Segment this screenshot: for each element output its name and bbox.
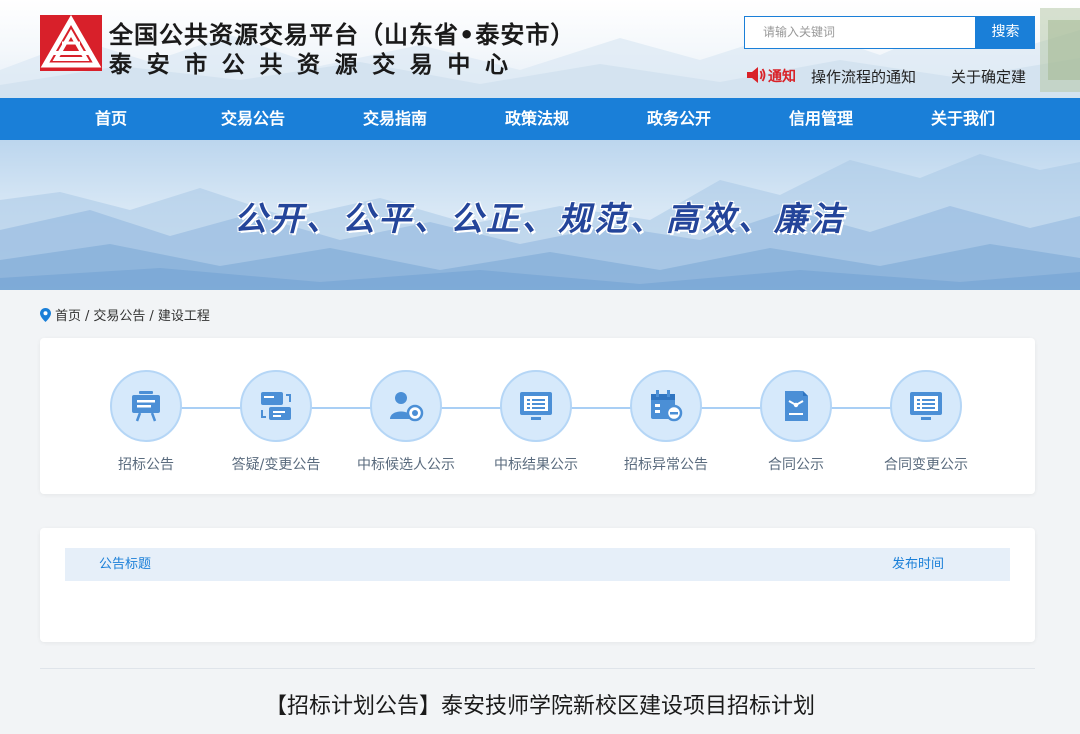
column-header-title: 公告标题 — [99, 557, 152, 572]
breadcrumb: 首页 / 交易公告 / 建设工程 — [40, 305, 210, 324]
speaker-icon — [747, 67, 766, 83]
breadcrumb-separator: / — [149, 309, 154, 324]
breadcrumb-separator: / — [85, 309, 90, 324]
contract-document-icon — [785, 391, 808, 421]
notice-label: 通知 — [768, 69, 796, 85]
platform-logo — [40, 15, 102, 71]
step-icon-circle — [890, 370, 962, 442]
nav-item-trade-guide[interactable]: 交易指南 — [335, 98, 455, 140]
article-title: 【招标计划公告】泰安技师学院新校区建设项目招标计划 — [264, 694, 815, 719]
step-icon-circle — [240, 370, 312, 442]
notice-item-link[interactable]: 操作流程的通知 — [811, 66, 916, 87]
monitor-list-icon — [910, 392, 942, 420]
step-icon-circle — [500, 370, 572, 442]
location-pin-icon — [40, 308, 51, 322]
step-bid-exception-announcement[interactable]: 招标异常公告 — [596, 370, 736, 474]
breadcrumb-trade-announcements[interactable]: 交易公告 — [93, 309, 145, 324]
column-header-date: 发布时间 — [891, 557, 944, 572]
search-button[interactable]: 搜索 — [976, 16, 1035, 49]
nav-item-government-affairs[interactable]: 政务公开 — [619, 98, 739, 140]
step-bid-announcement[interactable]: 招标公告 — [76, 370, 216, 474]
step-label: 中标结果公示 — [494, 457, 578, 473]
presentation-board-icon — [132, 391, 160, 422]
slogan-banner: 公开、公平、公正、规范、高效、廉洁 — [0, 140, 1080, 290]
step-icon-circle — [370, 370, 442, 442]
step-label: 合同变更公示 — [884, 457, 968, 473]
nav-item-home[interactable]: 首页 — [51, 98, 171, 140]
banner-slogan: 公开、公平、公正、规范、高效、廉洁 — [234, 199, 846, 238]
process-steps-card: 招标公告 答疑/变更公告 中标候选人公示 中标结果公示 招标异常公告 合同公示 … — [40, 338, 1035, 494]
calendar-minus-icon — [651, 390, 683, 422]
breadcrumb-construction: 建设工程 — [157, 309, 210, 324]
step-contract-notice[interactable]: 合同公示 — [726, 370, 866, 474]
divider — [40, 668, 1035, 669]
breadcrumb-home[interactable]: 首页 — [55, 309, 81, 324]
step-winning-candidate-notice[interactable]: 中标候选人公示 — [336, 370, 476, 474]
step-label: 中标候选人公示 — [357, 457, 455, 473]
step-icon-circle — [630, 370, 702, 442]
step-label: 招标异常公告 — [624, 457, 708, 473]
site-header: 全国公共资源交易平台（山东省•泰安市） 泰安市公共资源交易中心 请输入关键词 搜… — [0, 0, 1080, 98]
monitor-list-icon — [520, 392, 552, 420]
user-award-icon — [390, 392, 424, 422]
nav-item-policies[interactable]: 政策法规 — [477, 98, 597, 140]
step-icon-circle — [110, 370, 182, 442]
step-icon-circle — [760, 370, 832, 442]
step-label: 答疑/变更公告 — [231, 457, 321, 473]
nav-item-trade-announcements[interactable]: 交易公告 — [193, 98, 313, 140]
nav-item-about-us[interactable]: 关于我们 — [903, 98, 1023, 140]
main-nav: 首页 交易公告 交易指南 政策法规 政务公开 信用管理 关于我们 — [0, 98, 1080, 140]
notice-item-link[interactable]: 关于确定建 — [951, 66, 1026, 87]
step-contract-change-notice[interactable]: 合同变更公示 — [856, 370, 996, 474]
search-input[interactable]: 请输入关键词 — [744, 16, 976, 49]
step-label: 招标公告 — [118, 457, 174, 473]
exchange-cards-icon — [261, 392, 291, 420]
announcement-list-card: 公告标题 发布时间 — [40, 528, 1035, 642]
step-label: 合同公示 — [768, 457, 824, 473]
step-qa-change-announcement[interactable]: 答疑/变更公告 — [206, 370, 346, 474]
step-winning-result-notice[interactable]: 中标结果公示 — [466, 370, 606, 474]
list-header: 公告标题 发布时间 — [65, 548, 1010, 581]
site-subtitle: 泰安市公共资源交易中心 — [109, 52, 523, 78]
nav-item-credit-management[interactable]: 信用管理 — [761, 98, 881, 140]
